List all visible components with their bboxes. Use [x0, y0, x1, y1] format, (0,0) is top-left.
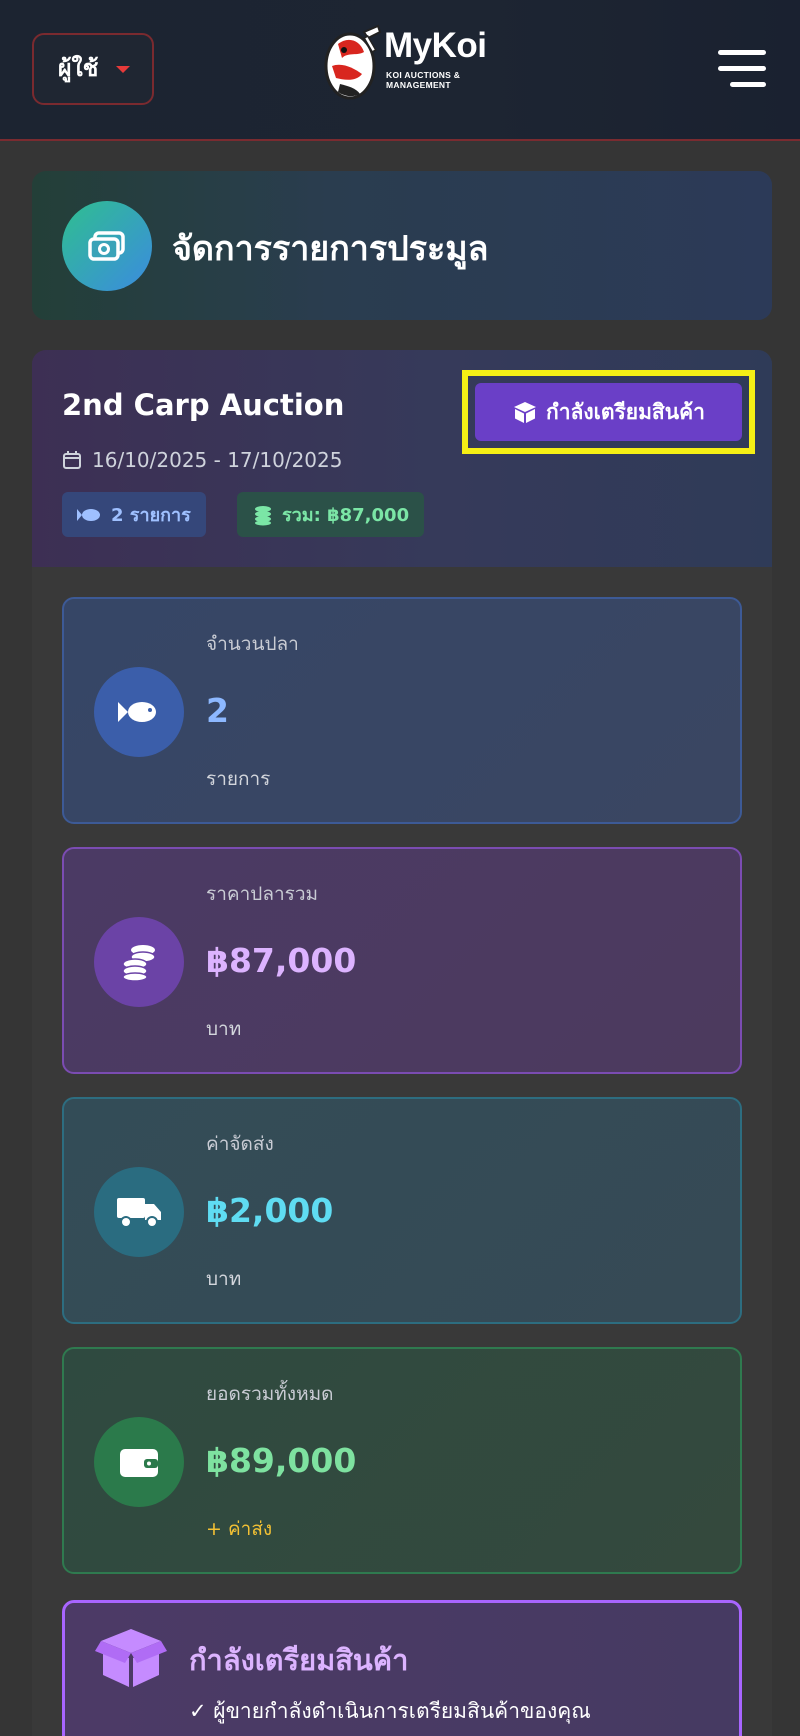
total-price-text: รวม: ฿87,000: [282, 505, 410, 526]
stat-card-fish-count: จำนวนปลา 2 รายการ: [62, 597, 742, 824]
preparing-message: ✓ ผู้ขายกำลังดำเนินการเตรียมสินค้าของคุณ: [189, 1699, 591, 1723]
stat-value: ฿89,000: [206, 1441, 357, 1480]
caret-down-icon: [116, 65, 131, 73]
logo-subtitle-line-1: KOI AUCTIONS &: [386, 70, 461, 80]
stat-label: ยอดรวมทั้งหมด: [206, 1383, 334, 1405]
stat-value: 2: [206, 691, 229, 730]
stat-unit: รายการ: [206, 768, 271, 790]
stat-unit: บาท: [206, 1268, 242, 1290]
logo-subtitle-line-2: MANAGEMENT: [386, 80, 451, 90]
logo-title: MyKoi: [384, 26, 487, 65]
page-title-card: จัดการรายการประมูล: [32, 171, 772, 320]
stat-label: จำนวนปลา: [206, 633, 299, 655]
items-count-chip: 2 รายการ: [62, 492, 206, 537]
truck-icon: [94, 1167, 184, 1257]
preparing-status-box: กำลังเตรียมสินค้า ✓ ผู้ขายกำลังดำเนินการ…: [62, 1600, 742, 1736]
user-menu-button[interactable]: ผู้ใช้: [32, 33, 154, 105]
top-header: ผู้ใช้ MyKoi KOI AUCTIONS & MANAGEMENT: [0, 0, 800, 141]
status-preparing-button[interactable]: กำลังเตรียมสินค้า: [475, 383, 742, 441]
logo-subtitle: KOI AUCTIONS & MANAGEMENT: [386, 70, 496, 90]
preparing-title: กำลังเตรียมสินค้า: [189, 1643, 409, 1677]
stat-card-shipping: ค่าจัดส่ง ฿2,000 บาท: [62, 1097, 742, 1324]
auction-date-range: 16/10/2025 - 17/10/2025: [92, 448, 343, 472]
stat-label: ราคาปลารวม: [206, 883, 319, 905]
status-highlight: กำลังเตรียมสินค้า: [462, 370, 755, 454]
items-count-text: 2 รายการ: [111, 505, 191, 526]
auction-card-header: 2nd Carp Auction กำลังเตรียมสินค้า 16/10…: [32, 350, 772, 567]
koi-logo-icon: [324, 24, 382, 100]
user-menu-label: ผู้ใช้: [58, 56, 99, 82]
hamburger-menu-icon[interactable]: [718, 48, 766, 90]
total-price-chip: รวม: ฿87,000: [237, 492, 425, 537]
stat-card-grand-total: ยอดรวมทั้งหมด ฿89,000 + ค่าส่ง: [62, 1347, 742, 1574]
stat-value: ฿2,000: [206, 1191, 334, 1230]
stat-label: ค่าจัดส่ง: [206, 1133, 274, 1155]
auction-name: 2nd Carp Auction: [62, 388, 345, 422]
auction-card: 2nd Carp Auction กำลังเตรียมสินค้า 16/10…: [32, 350, 772, 1736]
wallet-icon: [94, 1417, 184, 1507]
stat-card-fish-price: ราคาปลารวม ฿87,000 บาท: [62, 847, 742, 1074]
stat-value: ฿87,000: [206, 941, 357, 980]
box-icon: [514, 402, 537, 423]
coins-icon: [255, 505, 271, 525]
stat-unit: บาท: [206, 1018, 242, 1040]
box-open-icon: [95, 1629, 167, 1687]
fish-icon: [94, 667, 184, 757]
coins-icon: [94, 917, 184, 1007]
page-title: จัดการรายการประมูล: [172, 229, 489, 269]
status-label: กำลังเตรียมสินค้า: [546, 399, 705, 424]
mykoi-logo[interactable]: MyKoi KOI AUCTIONS & MANAGEMENT: [318, 22, 488, 104]
money-icon: [62, 201, 152, 291]
fish-icon: [77, 508, 100, 521]
auction-date-row: 16/10/2025 - 17/10/2025: [62, 448, 342, 472]
calendar-icon: [63, 451, 81, 469]
stat-unit: + ค่าส่ง: [206, 1518, 273, 1540]
